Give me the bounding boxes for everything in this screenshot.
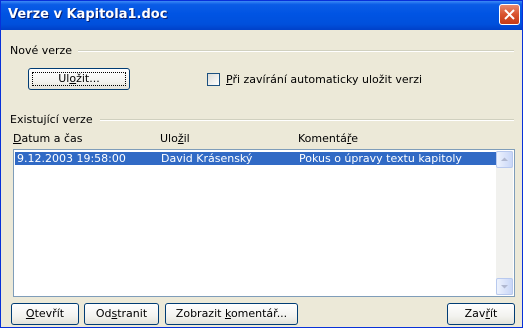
auto-save-checkbox[interactable] bbox=[207, 73, 220, 86]
delete-button[interactable]: Odstranit bbox=[84, 303, 159, 325]
group-divider bbox=[100, 119, 514, 121]
row-author: David Krásenský bbox=[161, 152, 253, 165]
save-version-button[interactable]: Uložit... bbox=[28, 68, 130, 90]
existing-versions-group-label: Existující verze bbox=[10, 113, 93, 126]
title-bar[interactable]: Verze v Kapitola1.doc bbox=[1, 1, 522, 30]
new-versions-group-label: Nové verze bbox=[10, 44, 73, 57]
column-header-date[interactable]: Datum a čas bbox=[13, 132, 82, 145]
vertical-scrollbar[interactable] bbox=[496, 151, 513, 295]
dialog-body: Nové verze Uložit... Při zavírání automa… bbox=[4, 30, 519, 325]
open-button[interactable]: Otevřít bbox=[11, 303, 79, 325]
arrow-down-icon bbox=[501, 285, 508, 289]
column-header-comment[interactable]: Komentáře bbox=[298, 132, 358, 145]
versions-dialog: Verze v Kapitola1.doc Nové verze Uložit.… bbox=[0, 0, 523, 328]
row-date: 9.12.2003 19:58:00 bbox=[17, 152, 126, 165]
auto-save-label[interactable]: Při zavírání automaticky uložit verzi bbox=[226, 73, 422, 86]
group-divider bbox=[78, 50, 514, 52]
versions-list[interactable]: 9.12.2003 19:58:00 David Krásenský Pokus… bbox=[13, 149, 515, 297]
dialog-title: Verze v Kapitola1.doc bbox=[8, 7, 168, 22]
row-comment: Pokus o úpravy textu kapitoly bbox=[299, 152, 462, 165]
show-comment-button[interactable]: Zobrazit komentář... bbox=[165, 303, 298, 325]
column-header-author[interactable]: Uložil bbox=[160, 132, 190, 145]
close-icon bbox=[504, 9, 515, 20]
close-window-button[interactable] bbox=[499, 4, 520, 25]
arrow-up-icon bbox=[501, 157, 508, 161]
scroll-down-button[interactable] bbox=[496, 278, 513, 295]
scroll-up-button[interactable] bbox=[496, 151, 513, 168]
close-button[interactable]: Zavřít bbox=[447, 303, 515, 325]
list-item[interactable]: 9.12.2003 19:58:00 David Krásenský Pokus… bbox=[15, 152, 498, 165]
